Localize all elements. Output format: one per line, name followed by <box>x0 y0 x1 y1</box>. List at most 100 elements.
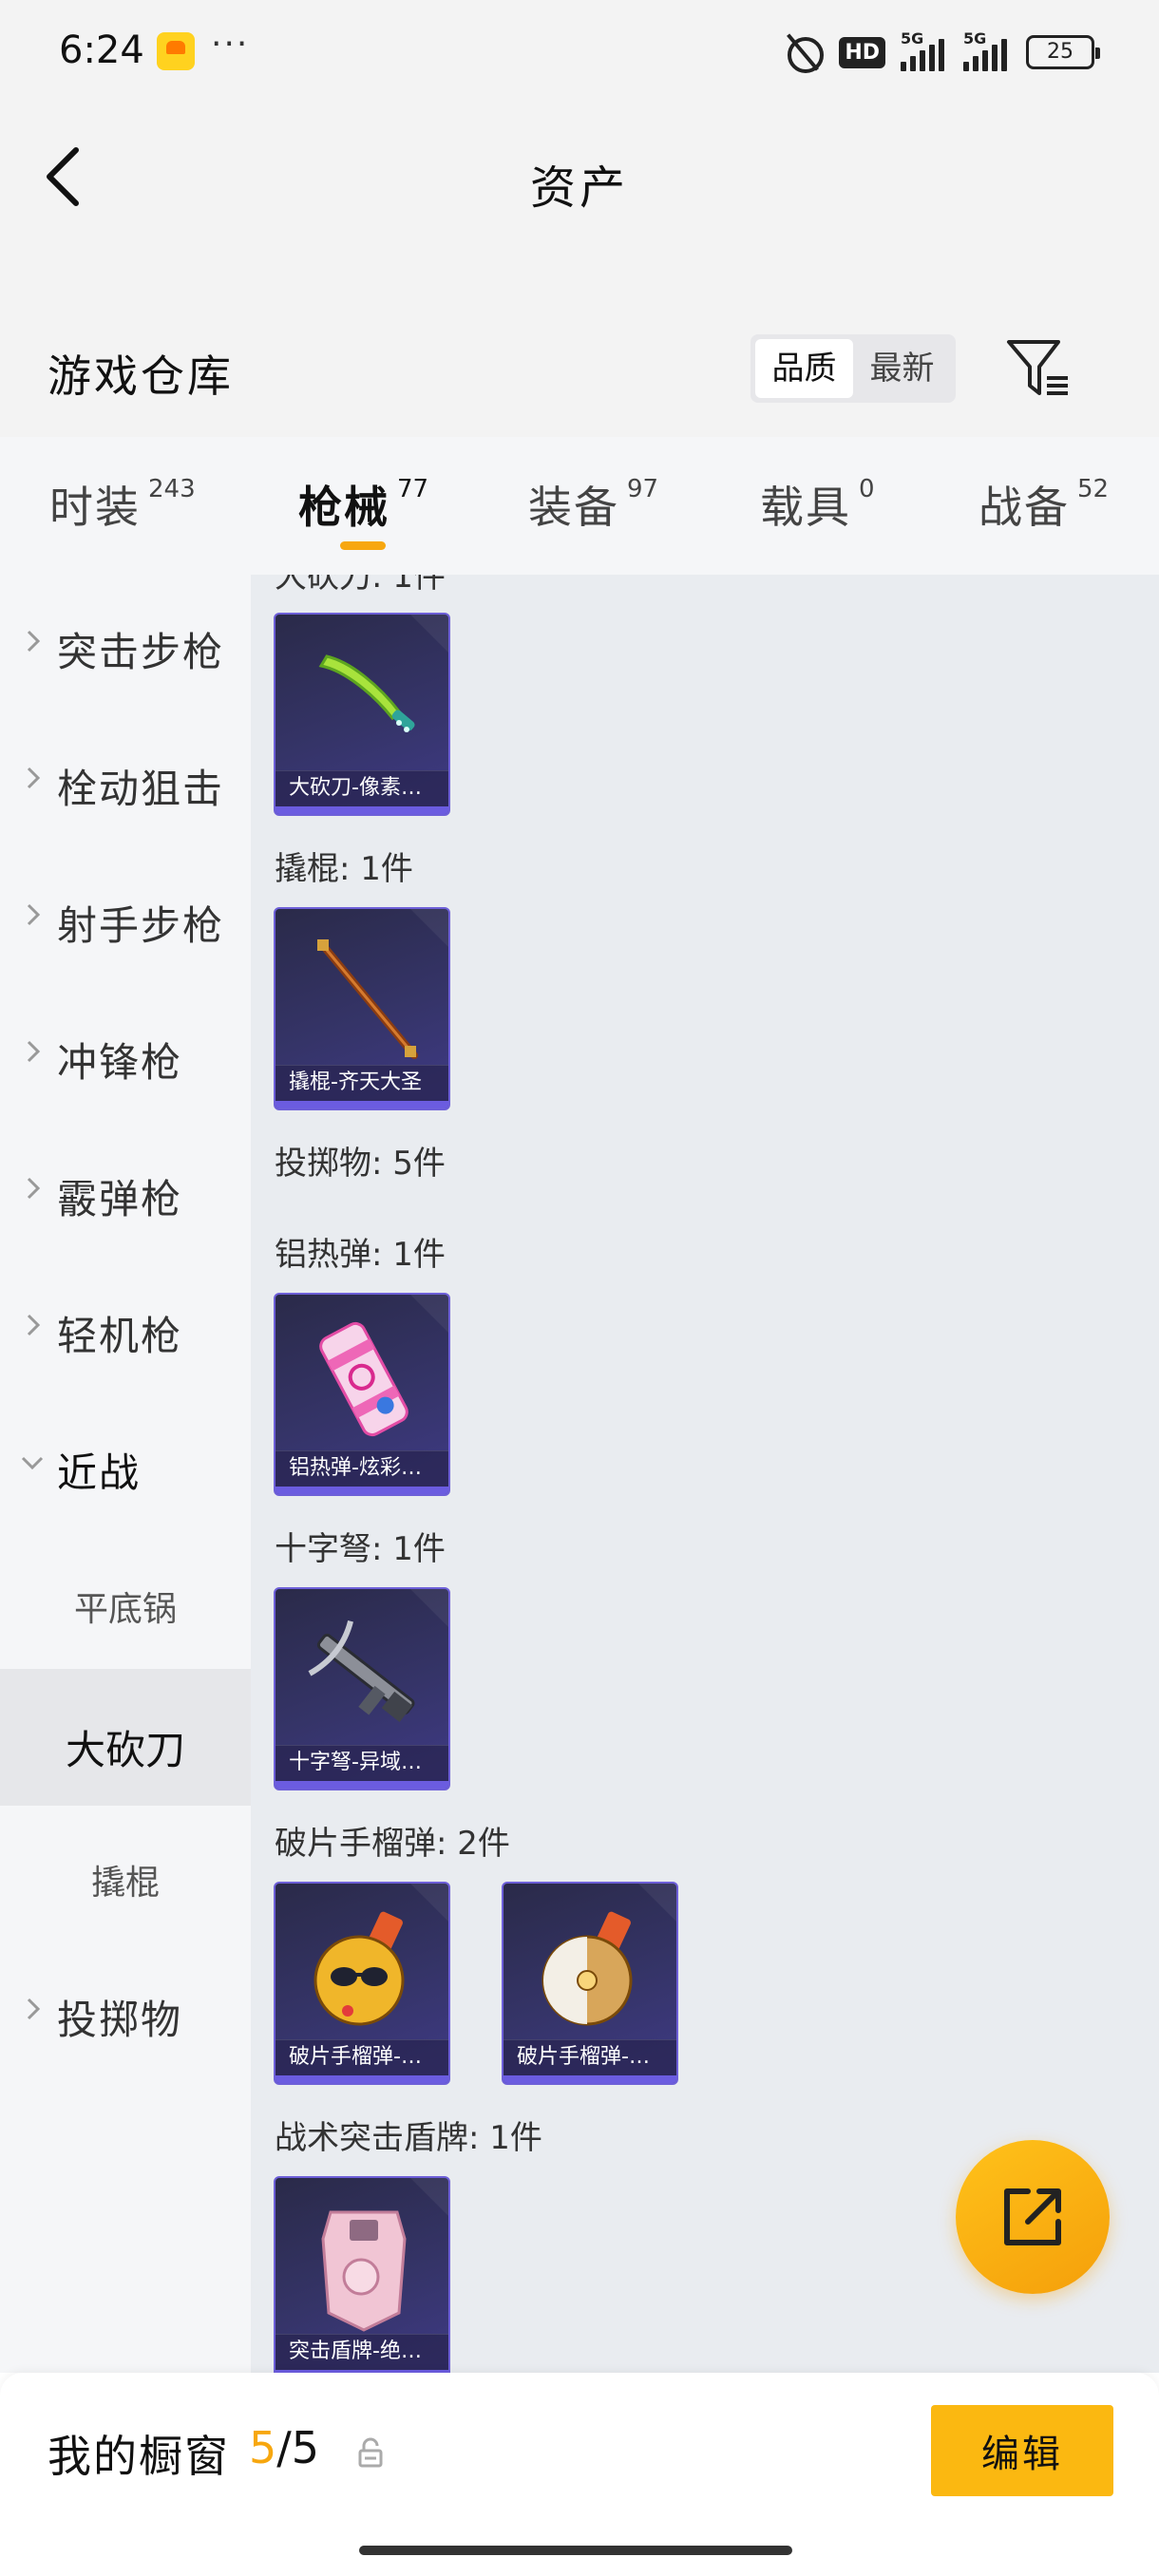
tab-tactical[interactable]: 战备 52 <box>978 473 1109 536</box>
group-label-thermite: 铝热弹: 1件 <box>275 1236 446 1274</box>
tab-equipment[interactable]: 装备 97 <box>528 473 658 536</box>
hd-voice-icon: HD <box>839 36 885 68</box>
showcase-used-count: 5 <box>249 2422 277 2473</box>
sidebar-item-label: 霰弹枪 <box>57 1176 183 1222</box>
chevron-right-icon <box>27 1040 41 1063</box>
item-card-crossbow[interactable]: 十字弩-异域… <box>274 1587 450 1790</box>
sidebar-item-shotgun[interactable]: 霰弹枪 <box>0 1122 251 1259</box>
sidebar-item-label: 射手步枪 <box>57 902 225 949</box>
sidebar-item-throwables[interactable]: 投掷物 <box>0 1942 251 2079</box>
item-caption: 破片手榴弹-… <box>276 2039 448 2075</box>
network-type-1: 5G <box>901 29 924 47</box>
tab-vehicles[interactable]: 载具 0 <box>760 473 875 536</box>
machete-icon <box>318 654 415 732</box>
sort-toggle: 品质 最新 <box>750 334 956 403</box>
sidebar-item-assault-rifle[interactable]: 突击步枪 <box>0 575 251 711</box>
showcase-label: 我的橱窗 <box>48 2431 230 2482</box>
item-caption: 突击盾牌-绝… <box>276 2334 448 2370</box>
group-label-crossbow: 十字弩: 1件 <box>275 1530 446 1568</box>
share-external-icon <box>1004 2188 1061 2245</box>
thermite-grenade-icon <box>319 1321 408 1437</box>
lock-icon <box>358 2437 383 2468</box>
chevron-down-icon <box>21 1456 44 1470</box>
chevron-right-icon <box>27 767 41 789</box>
group-label-crowbar: 撬棍: 1件 <box>275 850 413 888</box>
nav-bar: 资产 <box>0 104 1159 247</box>
sidebar-subitem-label: 撬棍 <box>90 1864 160 1903</box>
group-label-throwables: 投掷物: 5件 <box>275 1145 446 1183</box>
item-caption: 铝热弹-炫彩… <box>276 1450 448 1487</box>
tab-label: 枪械 <box>298 482 390 533</box>
edit-button[interactable]: 编辑 <box>931 2405 1113 2496</box>
item-list[interactable]: 大砍刀: 1件 大砍刀-像素… 撬棍: 1件 撬棍-齐天大圣 投掷物: 5件 铝… <box>251 575 1159 2373</box>
sort-option-newest[interactable]: 最新 <box>853 339 951 398</box>
app-notification-icon <box>157 32 195 70</box>
tab-label: 装备 <box>528 482 619 533</box>
item-card-crowbar[interactable]: 撬棍-齐天大圣 <box>274 907 450 1110</box>
tab-fashion[interactable]: 时装 243 <box>49 473 196 536</box>
tab-label: 战备 <box>978 482 1070 533</box>
tab-count: 52 <box>1077 475 1110 503</box>
item-card-frag-grenade-1[interactable]: 破片手榴弹-… <box>274 1882 450 2085</box>
item-card-thermite[interactable]: 铝热弹-炫彩… <box>274 1293 450 1496</box>
content-area: 突击步枪 栓动狙击 射手步枪 冲锋枪 霰弹枪 轻机枪 近战 平底锅 大砍刀 撬棍… <box>0 575 1159 2373</box>
status-indicators: HD 5G 5G 25 <box>782 28 1100 76</box>
battery-icon: 25 <box>1026 35 1100 69</box>
sidebar-item-label: 冲锋枪 <box>57 1039 183 1086</box>
sidebar-item-bolt-sniper[interactable]: 栓动狙击 <box>0 711 251 848</box>
sidebar-subitem-machete[interactable]: 大砍刀 <box>0 1669 251 1806</box>
sidebar-item-melee[interactable]: 近战 <box>0 1395 251 1532</box>
crowbar-icon <box>317 939 418 1059</box>
chevron-right-icon <box>27 1998 41 2020</box>
sidebar-item-lmg[interactable]: 轻机枪 <box>0 1259 251 1395</box>
sidebar-subitem-label: 大砍刀 <box>65 1727 185 1773</box>
sidebar-item-label: 突击步枪 <box>57 629 225 675</box>
item-caption: 撬棍-齐天大圣 <box>276 1065 448 1101</box>
category-tabs: 时装 243 枪械 77 装备 97 载具 0 战备 52 <box>0 437 1159 575</box>
showcase-count: 5/5 <box>249 2422 319 2473</box>
item-caption: 破片手榴弹-… <box>504 2039 676 2075</box>
status-time: 6:24 <box>59 28 144 72</box>
item-card-frag-grenade-2[interactable]: 破片手榴弹-… <box>502 1882 678 2085</box>
crossbow-icon <box>308 1619 415 1722</box>
group-label-frag-grenade: 破片手榴弹: 2件 <box>275 1825 510 1863</box>
warehouse-header: 游戏仓库 品质 最新 <box>0 247 1159 437</box>
showcase-total-count: /5 <box>276 2422 320 2473</box>
sidebar-subitem-crowbar[interactable]: 撬棍 <box>0 1806 251 1942</box>
warehouse-title: 游戏仓库 <box>48 350 234 402</box>
item-caption: 大砍刀-像素… <box>276 770 448 806</box>
status-bar: 6:24 ··· HD 5G 5G 25 <box>0 0 1159 104</box>
mute-icon <box>782 31 825 73</box>
chevron-right-icon <box>27 1314 41 1336</box>
chevron-right-icon <box>27 1177 41 1200</box>
group-label-machete: 大砍刀: 1件 <box>275 575 446 596</box>
tab-count: 97 <box>627 475 659 503</box>
category-sidebar[interactable]: 突击步枪 栓动狙击 射手步枪 冲锋枪 霰弹枪 轻机枪 近战 平底锅 大砍刀 撬棍… <box>0 575 251 2373</box>
share-fab-button[interactable] <box>956 2140 1110 2294</box>
item-card-assault-shield[interactable]: 突击盾牌-绝… <box>274 2176 450 2373</box>
sort-option-quality[interactable]: 品质 <box>755 339 853 398</box>
sidebar-item-label: 轻机枪 <box>57 1313 183 1359</box>
home-indicator[interactable] <box>359 2546 792 2555</box>
chevron-right-icon <box>27 903 41 926</box>
sidebar-item-label: 栓动狙击 <box>57 766 225 812</box>
tab-label: 时装 <box>49 482 141 533</box>
signal-icon: 5G <box>901 29 948 71</box>
item-card-machete[interactable]: 大砍刀-像素… <box>274 613 450 816</box>
active-tab-indicator <box>340 541 386 550</box>
filter-icon[interactable] <box>1005 336 1072 399</box>
tab-firearms[interactable]: 枪械 77 <box>298 473 428 536</box>
frag-grenade-icon <box>314 1911 405 2026</box>
group-label-assault-shield: 战术突击盾牌: 1件 <box>275 2119 542 2157</box>
sidebar-item-marksman-rifle[interactable]: 射手步枪 <box>0 848 251 985</box>
sidebar-subitem-frying-pan[interactable]: 平底锅 <box>0 1532 251 1669</box>
tab-count: 0 <box>859 475 875 503</box>
sidebar-item-smg[interactable]: 冲锋枪 <box>0 985 251 1122</box>
tab-label: 载具 <box>760 482 851 533</box>
tab-count: 243 <box>148 475 196 503</box>
frag-grenade-icon <box>542 1911 633 2026</box>
status-more-icon: ··· <box>211 25 250 64</box>
assault-shield-icon <box>321 2210 407 2332</box>
chevron-right-icon <box>27 630 41 653</box>
sidebar-subitem-label: 平底锅 <box>73 1590 177 1629</box>
